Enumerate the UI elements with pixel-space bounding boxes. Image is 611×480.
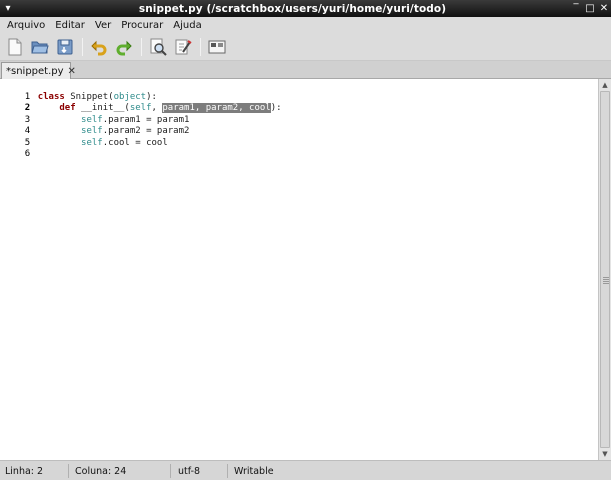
code-token: ): [270,103,282,113]
grip-icon [603,277,609,284]
redo-button[interactable] [113,36,135,58]
scrollbar-thumb[interactable] [600,91,610,448]
scroll-up-icon[interactable]: ▲ [599,79,611,91]
maximize-icon[interactable]: □ [583,0,597,17]
vertical-scrollbar[interactable]: ▲ ▼ [598,79,611,460]
new-file-icon [8,38,22,56]
tab-snippet-py[interactable]: *snippet.py ✕ [1,62,76,80]
self-token: self [81,137,103,148]
menu-arquivo[interactable]: Arquivo [2,20,50,31]
code-token: .cool = cool [102,137,168,148]
new-file-button[interactable] [4,36,26,58]
replace-icon [175,39,192,55]
fullscreen-button[interactable] [206,36,228,58]
status-encoding: utf-8 [178,465,201,477]
open-file-icon [31,41,49,54]
status-line: Linha: 2 [5,465,44,477]
replace-button[interactable] [172,36,194,58]
menu-ver[interactable]: Ver [90,20,116,31]
fullscreen-icon [208,40,226,54]
undo-button[interactable] [88,36,110,58]
open-file-button[interactable] [29,36,51,58]
status-separator [68,464,69,478]
code-editor[interactable]: 1 class Snippet(object): 2 def __init__(s… [0,79,598,460]
save-file-icon [57,39,73,55]
toolbar-separator [141,38,142,56]
redo-icon [116,40,132,56]
tab-bar: *snippet.py ✕ [0,61,611,80]
find-button[interactable] [147,36,169,58]
menu-bar: Arquivo Editar Ver Procurar Ajuda [0,17,611,34]
close-icon[interactable]: ✕ [597,0,611,17]
minimize-icon[interactable]: ‾ [569,0,583,17]
save-file-button[interactable] [54,36,76,58]
tab-label: *snippet.py [6,66,64,77]
window-title: snippet.py (/scratchbox/users/yuri/home/… [138,2,447,15]
status-bar: Linha: 2 Coluna: 24 utf-8 Writable [0,460,611,480]
code-line: 2 def __init__(self, param1, param2, coo… [0,92,282,113]
status-separator [170,464,171,478]
code-line: 5 self.cool = cool [0,126,168,148]
code-line: 4 self.param2 = param2 [0,115,190,136]
menu-editar[interactable]: Editar [50,20,90,31]
menu-procurar[interactable]: Procurar [116,20,168,31]
code-line: 3 self.param1 = param1 [0,103,190,125]
close-icon[interactable]: ✕ [68,66,76,77]
find-icon [150,38,167,56]
title-bar: ▾ snippet.py (/scratchbox/users/yuri/hom… [0,0,611,17]
code-line: 6 [0,138,38,159]
toolbar-separator [200,38,201,56]
toolbar [0,34,611,61]
status-mode: Writable [234,465,274,477]
line-number: 6 [24,149,31,159]
scroll-down-icon[interactable]: ▼ [599,448,611,460]
toolbar-separator [82,38,83,56]
status-separator [227,464,228,478]
undo-icon [91,40,107,56]
status-column: Coluna: 24 [75,465,127,477]
menu-ajuda[interactable]: Ajuda [168,20,206,31]
code-line: 1 class Snippet(object): [0,80,157,102]
menu-icon[interactable]: ▾ [0,0,16,17]
